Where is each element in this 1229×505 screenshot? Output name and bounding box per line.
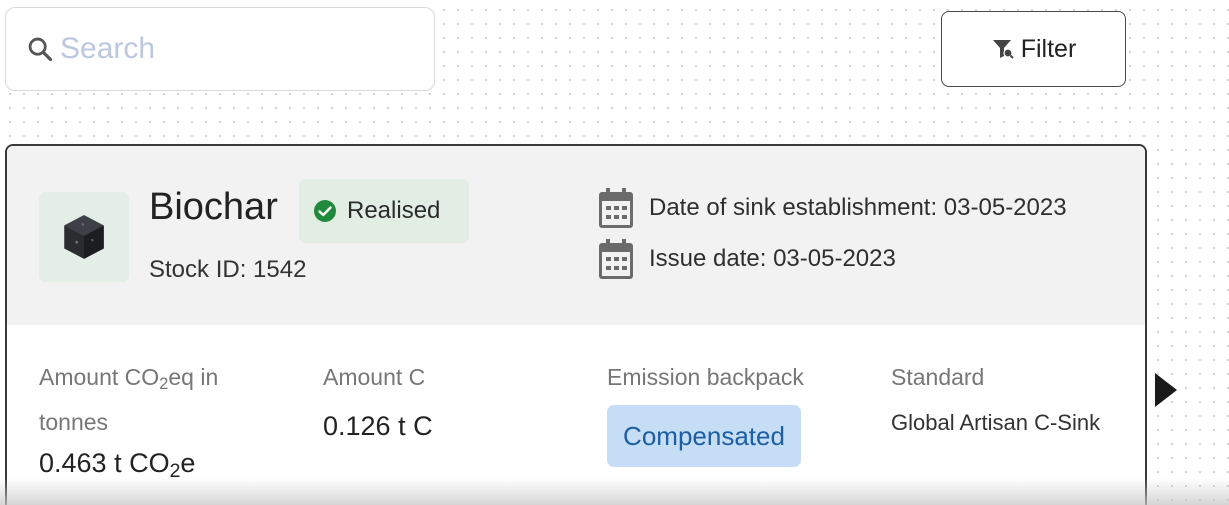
product-thumbnail bbox=[39, 192, 129, 282]
calendar-icon bbox=[599, 239, 633, 279]
search-icon bbox=[28, 37, 53, 62]
stock-id: Stock ID: 1542 bbox=[149, 256, 307, 283]
carbon-amount-value: 0.126 t C bbox=[323, 411, 433, 441]
calendar-icon bbox=[599, 188, 633, 228]
standard-value: Global Artisan C-Sink bbox=[891, 410, 1101, 435]
filter-icon bbox=[992, 40, 1014, 59]
product-name: Biochar bbox=[149, 186, 278, 228]
sink-date-text: Date of sink establishment: 03-05-2023 bbox=[649, 194, 1067, 221]
issue-date-text: Issue date: 03-05-2023 bbox=[649, 245, 896, 272]
search-box[interactable] bbox=[5, 7, 435, 91]
emission-backpack-label: Emission backpack bbox=[607, 364, 804, 390]
emission-backpack-badge: Compensated bbox=[607, 405, 801, 467]
card-header: Biochar Stock ID: 1542 Realised Date of … bbox=[7, 146, 1145, 325]
status-badge: Realised bbox=[299, 179, 469, 243]
filter-label: Filter bbox=[1020, 34, 1077, 63]
next-arrow-icon[interactable] bbox=[1155, 373, 1177, 407]
status-label: Realised bbox=[347, 197, 441, 224]
carbon-amount-label: Amount C bbox=[323, 364, 426, 390]
issue-date-row: Issue date: 03-05-2023 bbox=[599, 239, 896, 279]
stock-card[interactable]: Biochar Stock ID: 1542 Realised Date of … bbox=[5, 144, 1147, 505]
search-input[interactable] bbox=[60, 32, 400, 66]
standard-label: Standard bbox=[891, 364, 985, 390]
biochar-image bbox=[64, 215, 104, 259]
check-circle-icon bbox=[314, 200, 336, 222]
filter-button[interactable]: Filter bbox=[941, 11, 1126, 87]
co2-amount-label: Amount CO2eq in tonnes bbox=[39, 364, 219, 436]
sink-date-row: Date of sink establishment: 03-05-2023 bbox=[599, 188, 1067, 228]
co2-amount-value: 0.463 t CO2e bbox=[39, 448, 196, 482]
